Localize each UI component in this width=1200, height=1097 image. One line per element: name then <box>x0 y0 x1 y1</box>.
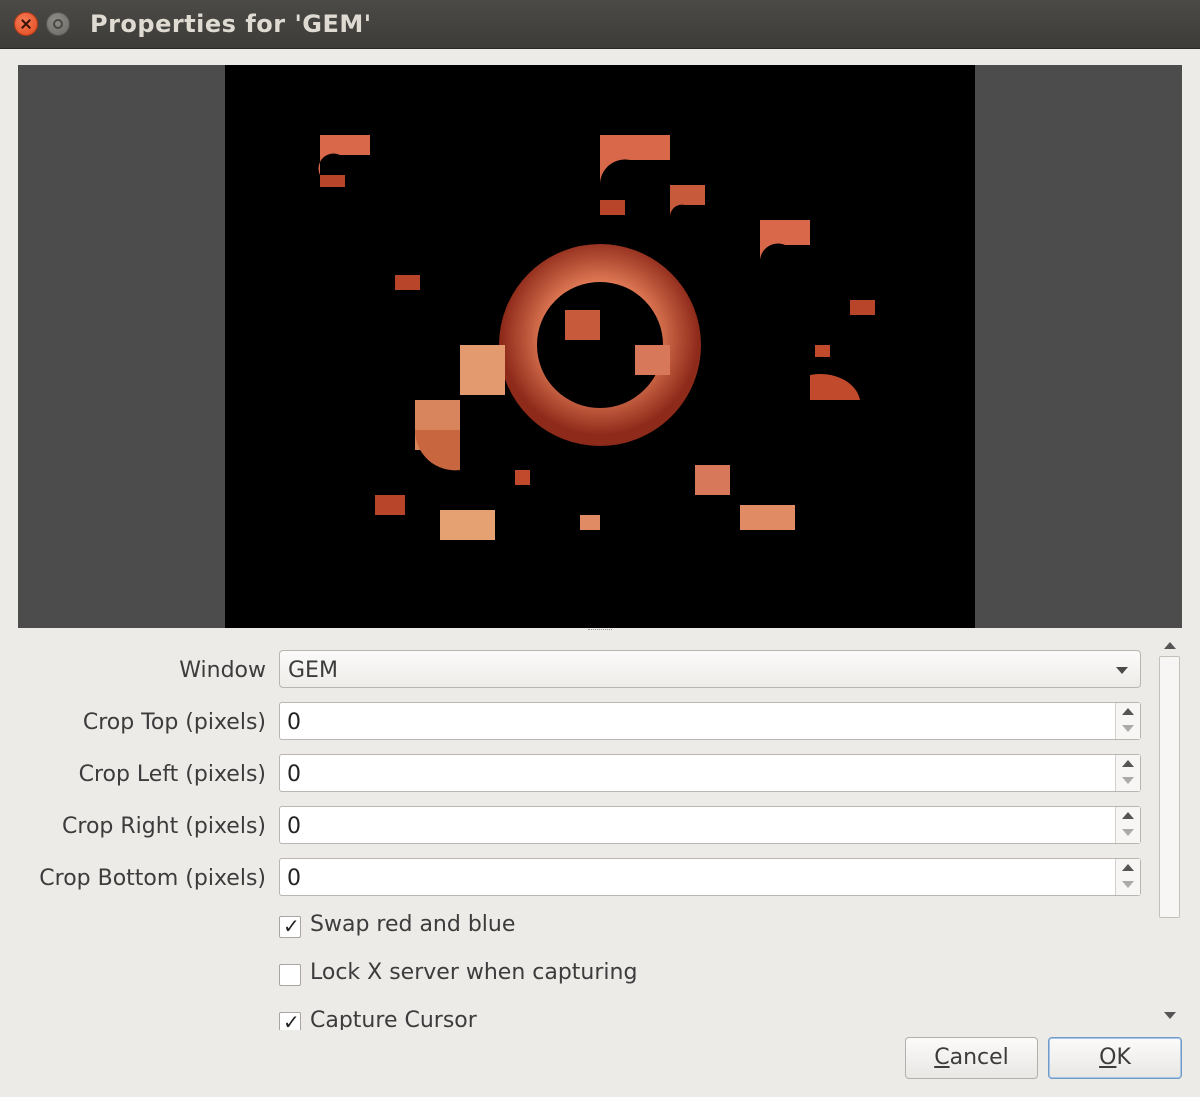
close-icon[interactable] <box>14 12 38 36</box>
crop-bottom-stepper <box>1115 859 1140 895</box>
crop-top-spinbox[interactable]: 0 <box>279 702 1141 740</box>
crop-bottom-label: Crop Bottom (pixels) <box>39 866 266 891</box>
cancel-button[interactable]: Cancel <box>905 1037 1038 1079</box>
title-bar: Properties for 'GEM' <box>0 0 1200 49</box>
crop-bottom-spinbox[interactable]: 0 <box>279 858 1141 896</box>
row-crop-right: Crop Right (pixels) 0 <box>18 806 1158 846</box>
source-preview <box>18 65 1182 628</box>
decrement-icon[interactable] <box>1122 829 1134 836</box>
scrollbar-thumb[interactable] <box>1159 656 1180 918</box>
chevron-down-icon <box>1116 667 1128 674</box>
captured-window-image <box>225 65 975 628</box>
checkmark-icon: ✓ <box>283 914 300 938</box>
swap-red-blue-checkbox[interactable]: ✓ Swap red and blue <box>279 912 979 948</box>
ok-mnemonic: O <box>1099 1045 1117 1070</box>
window-combo-value: GEM <box>288 658 338 683</box>
crop-right-spinbox[interactable]: 0 <box>279 806 1141 844</box>
splitter-grip <box>588 629 612 632</box>
decrement-icon[interactable] <box>1122 881 1134 888</box>
increment-icon[interactable] <box>1122 812 1134 819</box>
ok-label-rest: K <box>1116 1045 1131 1070</box>
checkbox-box[interactable]: ✓ <box>279 1010 301 1030</box>
increment-icon[interactable] <box>1122 708 1134 715</box>
swap-red-blue-label: Swap red and blue <box>310 912 516 937</box>
crop-left-value: 0 <box>287 762 301 787</box>
increment-icon[interactable] <box>1122 864 1134 871</box>
crop-top-label: Crop Top (pixels) <box>82 710 266 735</box>
crop-bottom-value: 0 <box>287 866 301 891</box>
capture-cursor-label: Capture Cursor <box>310 1008 477 1030</box>
crop-top-stepper <box>1115 703 1140 739</box>
cancel-mnemonic: C <box>934 1045 950 1070</box>
lock-x-server-checkbox[interactable]: Lock X server when capturing <box>279 960 979 996</box>
window-combo[interactable]: GEM <box>279 650 1141 688</box>
scroll-up-icon[interactable] <box>1164 642 1176 649</box>
row-crop-top: Crop Top (pixels) 0 <box>18 702 1158 742</box>
checkbox-box[interactable]: ✓ <box>279 914 301 938</box>
crop-right-label: Crop Right (pixels) <box>62 814 266 839</box>
increment-icon[interactable] <box>1122 760 1134 767</box>
decrement-icon[interactable] <box>1122 777 1134 784</box>
window-label: Window <box>179 658 266 683</box>
ok-button[interactable]: OK <box>1048 1037 1182 1079</box>
capture-cursor-checkbox[interactable]: ✓ Capture Cursor <box>279 1008 979 1030</box>
cancel-label-rest: ancel <box>949 1045 1009 1070</box>
crop-top-value: 0 <box>287 710 301 735</box>
crop-left-spinbox[interactable]: 0 <box>279 754 1141 792</box>
scroll-down-icon[interactable] <box>1164 1012 1176 1019</box>
window-title: Properties for 'GEM' <box>90 10 372 38</box>
preview-frame <box>225 65 975 628</box>
properties-dialog: Properties for 'GEM' Window GEM Crop Top… <box>0 0 1200 1097</box>
lock-x-server-label: Lock X server when capturing <box>310 960 638 985</box>
checkbox-box[interactable] <box>279 964 301 986</box>
form-scrollbar[interactable] <box>1158 634 1182 1030</box>
crop-left-label: Crop Left (pixels) <box>78 762 266 787</box>
crop-left-stepper <box>1115 755 1140 791</box>
row-window: Window GEM <box>18 650 1158 690</box>
crop-right-stepper <box>1115 807 1140 843</box>
minimize-icon[interactable] <box>46 12 70 36</box>
crop-right-value: 0 <box>287 814 301 839</box>
decrement-icon[interactable] <box>1122 725 1134 732</box>
properties-form: Window GEM Crop Top (pixels) 0 Crop Left… <box>18 634 1158 1030</box>
row-crop-left: Crop Left (pixels) 0 <box>18 754 1158 794</box>
row-crop-bottom: Crop Bottom (pixels) 0 <box>18 858 1158 898</box>
checkmark-icon: ✓ <box>283 1010 300 1030</box>
